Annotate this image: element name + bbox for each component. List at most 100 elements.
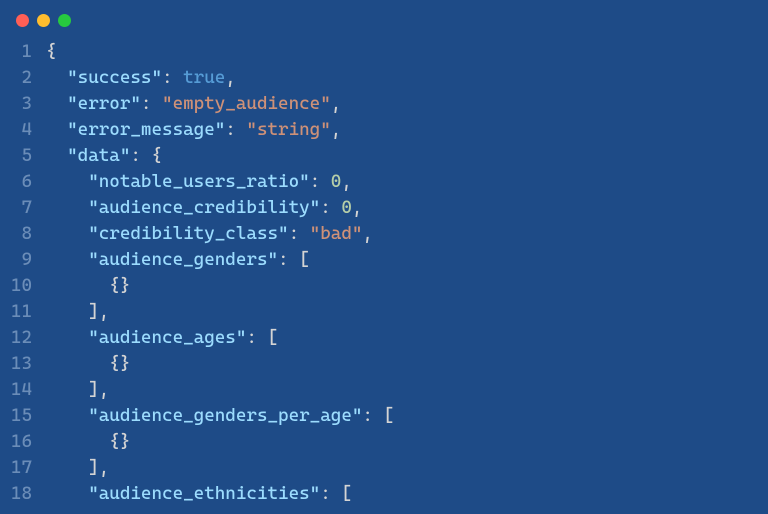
- line-content: "audience_credibility": 0,: [46, 195, 362, 221]
- line-number: 1: [0, 39, 46, 65]
- token-punct: {}: [46, 275, 130, 296]
- token-key: "audience_credibility": [88, 197, 320, 218]
- token-punct: [46, 171, 88, 192]
- code-line: 17 ],: [0, 455, 768, 481]
- code-line: 16 {}: [0, 429, 768, 455]
- token-bool: true: [183, 67, 225, 88]
- token-punct: [46, 93, 67, 114]
- token-key: "audience_genders_per_age": [88, 405, 362, 426]
- line-number: 13: [0, 351, 46, 377]
- token-punct: ],: [46, 301, 109, 322]
- token-punct: [46, 119, 67, 140]
- line-content: "audience_genders": [: [46, 247, 310, 273]
- line-number: 15: [0, 403, 46, 429]
- token-punct: [46, 145, 67, 166]
- token-number: 0: [331, 171, 342, 192]
- line-number: 4: [0, 117, 46, 143]
- token-punct: :: [289, 223, 310, 244]
- maximize-icon[interactable]: [58, 14, 71, 27]
- token-punct: [46, 67, 67, 88]
- code-line: 1{: [0, 39, 768, 65]
- line-number: 6: [0, 169, 46, 195]
- token-key: "audience_ages": [88, 327, 246, 348]
- token-string: "string": [246, 119, 330, 140]
- token-punct: ,: [331, 119, 342, 140]
- line-content: "credibility_class": "bad",: [46, 221, 373, 247]
- code-line: 2 "success": true,: [0, 65, 768, 91]
- line-number: 11: [0, 299, 46, 325]
- token-punct: : {: [130, 145, 162, 166]
- line-number: 12: [0, 325, 46, 351]
- line-number: 2: [0, 65, 46, 91]
- line-content: "notable_users_ratio": 0,: [46, 169, 352, 195]
- code-line: 7 "audience_credibility": 0,: [0, 195, 768, 221]
- code-line: 4 "error_message": "string",: [0, 117, 768, 143]
- token-punct: [46, 327, 88, 348]
- code-editor[interactable]: 1{2 "success": true,3 "error": "empty_au…: [0, 35, 768, 507]
- line-number: 10: [0, 273, 46, 299]
- token-string: "bad": [310, 223, 363, 244]
- token-key: "audience_ethnicities": [88, 483, 320, 504]
- line-content: {}: [46, 429, 130, 455]
- token-punct: : [: [362, 405, 394, 426]
- token-punct: [46, 483, 88, 504]
- code-line: 15 "audience_genders_per_age": [: [0, 403, 768, 429]
- line-number: 3: [0, 91, 46, 117]
- token-punct: ,: [352, 197, 363, 218]
- line-number: 8: [0, 221, 46, 247]
- line-content: ],: [46, 455, 109, 481]
- token-key: "notable_users_ratio": [88, 171, 309, 192]
- token-key: "data": [67, 145, 130, 166]
- code-line: 3 "error": "empty_audience",: [0, 91, 768, 117]
- line-content: "success": true,: [46, 65, 236, 91]
- token-punct: ],: [46, 457, 109, 478]
- line-content: {}: [46, 351, 130, 377]
- close-icon[interactable]: [16, 14, 29, 27]
- line-content: {}: [46, 273, 130, 299]
- line-content: ],: [46, 377, 109, 403]
- token-punct: [46, 223, 88, 244]
- code-line: 9 "audience_genders": [: [0, 247, 768, 273]
- line-content: {: [46, 39, 57, 65]
- code-line: 14 ],: [0, 377, 768, 403]
- line-content: ],: [46, 299, 109, 325]
- code-line: 11 ],: [0, 299, 768, 325]
- token-punct: :: [310, 171, 331, 192]
- token-number: 0: [341, 197, 352, 218]
- code-line: 12 "audience_ages": [: [0, 325, 768, 351]
- token-key: "success": [67, 67, 162, 88]
- token-punct: ,: [225, 67, 236, 88]
- line-number: 9: [0, 247, 46, 273]
- token-punct: ,: [331, 93, 342, 114]
- token-punct: :: [225, 119, 246, 140]
- code-line: 13 {}: [0, 351, 768, 377]
- code-line: 8 "credibility_class": "bad",: [0, 221, 768, 247]
- token-key: "credibility_class": [88, 223, 288, 244]
- token-punct: {}: [46, 353, 130, 374]
- line-number: 18: [0, 481, 46, 507]
- token-string: "empty_audience": [162, 93, 331, 114]
- line-number: 7: [0, 195, 46, 221]
- line-number: 16: [0, 429, 46, 455]
- line-content: "audience_ethnicities": [: [46, 481, 352, 507]
- token-punct: {}: [46, 431, 130, 452]
- code-line: 5 "data": {: [0, 143, 768, 169]
- token-punct: :: [162, 67, 183, 88]
- token-punct: :: [320, 197, 341, 218]
- line-content: "audience_genders_per_age": [: [46, 403, 394, 429]
- token-punct: ,: [362, 223, 373, 244]
- token-key: "error": [67, 93, 141, 114]
- token-punct: : [: [278, 249, 310, 270]
- token-punct: [46, 197, 88, 218]
- token-punct: {: [46, 41, 57, 62]
- line-content: "error_message": "string",: [46, 117, 341, 143]
- minimize-icon[interactable]: [37, 14, 50, 27]
- line-content: "audience_ages": [: [46, 325, 278, 351]
- token-key: "audience_genders": [88, 249, 278, 270]
- line-number: 5: [0, 143, 46, 169]
- token-key: "error_message": [67, 119, 225, 140]
- token-punct: : [: [246, 327, 278, 348]
- window-titlebar: [0, 0, 768, 35]
- token-punct: [46, 405, 88, 426]
- token-punct: ],: [46, 379, 109, 400]
